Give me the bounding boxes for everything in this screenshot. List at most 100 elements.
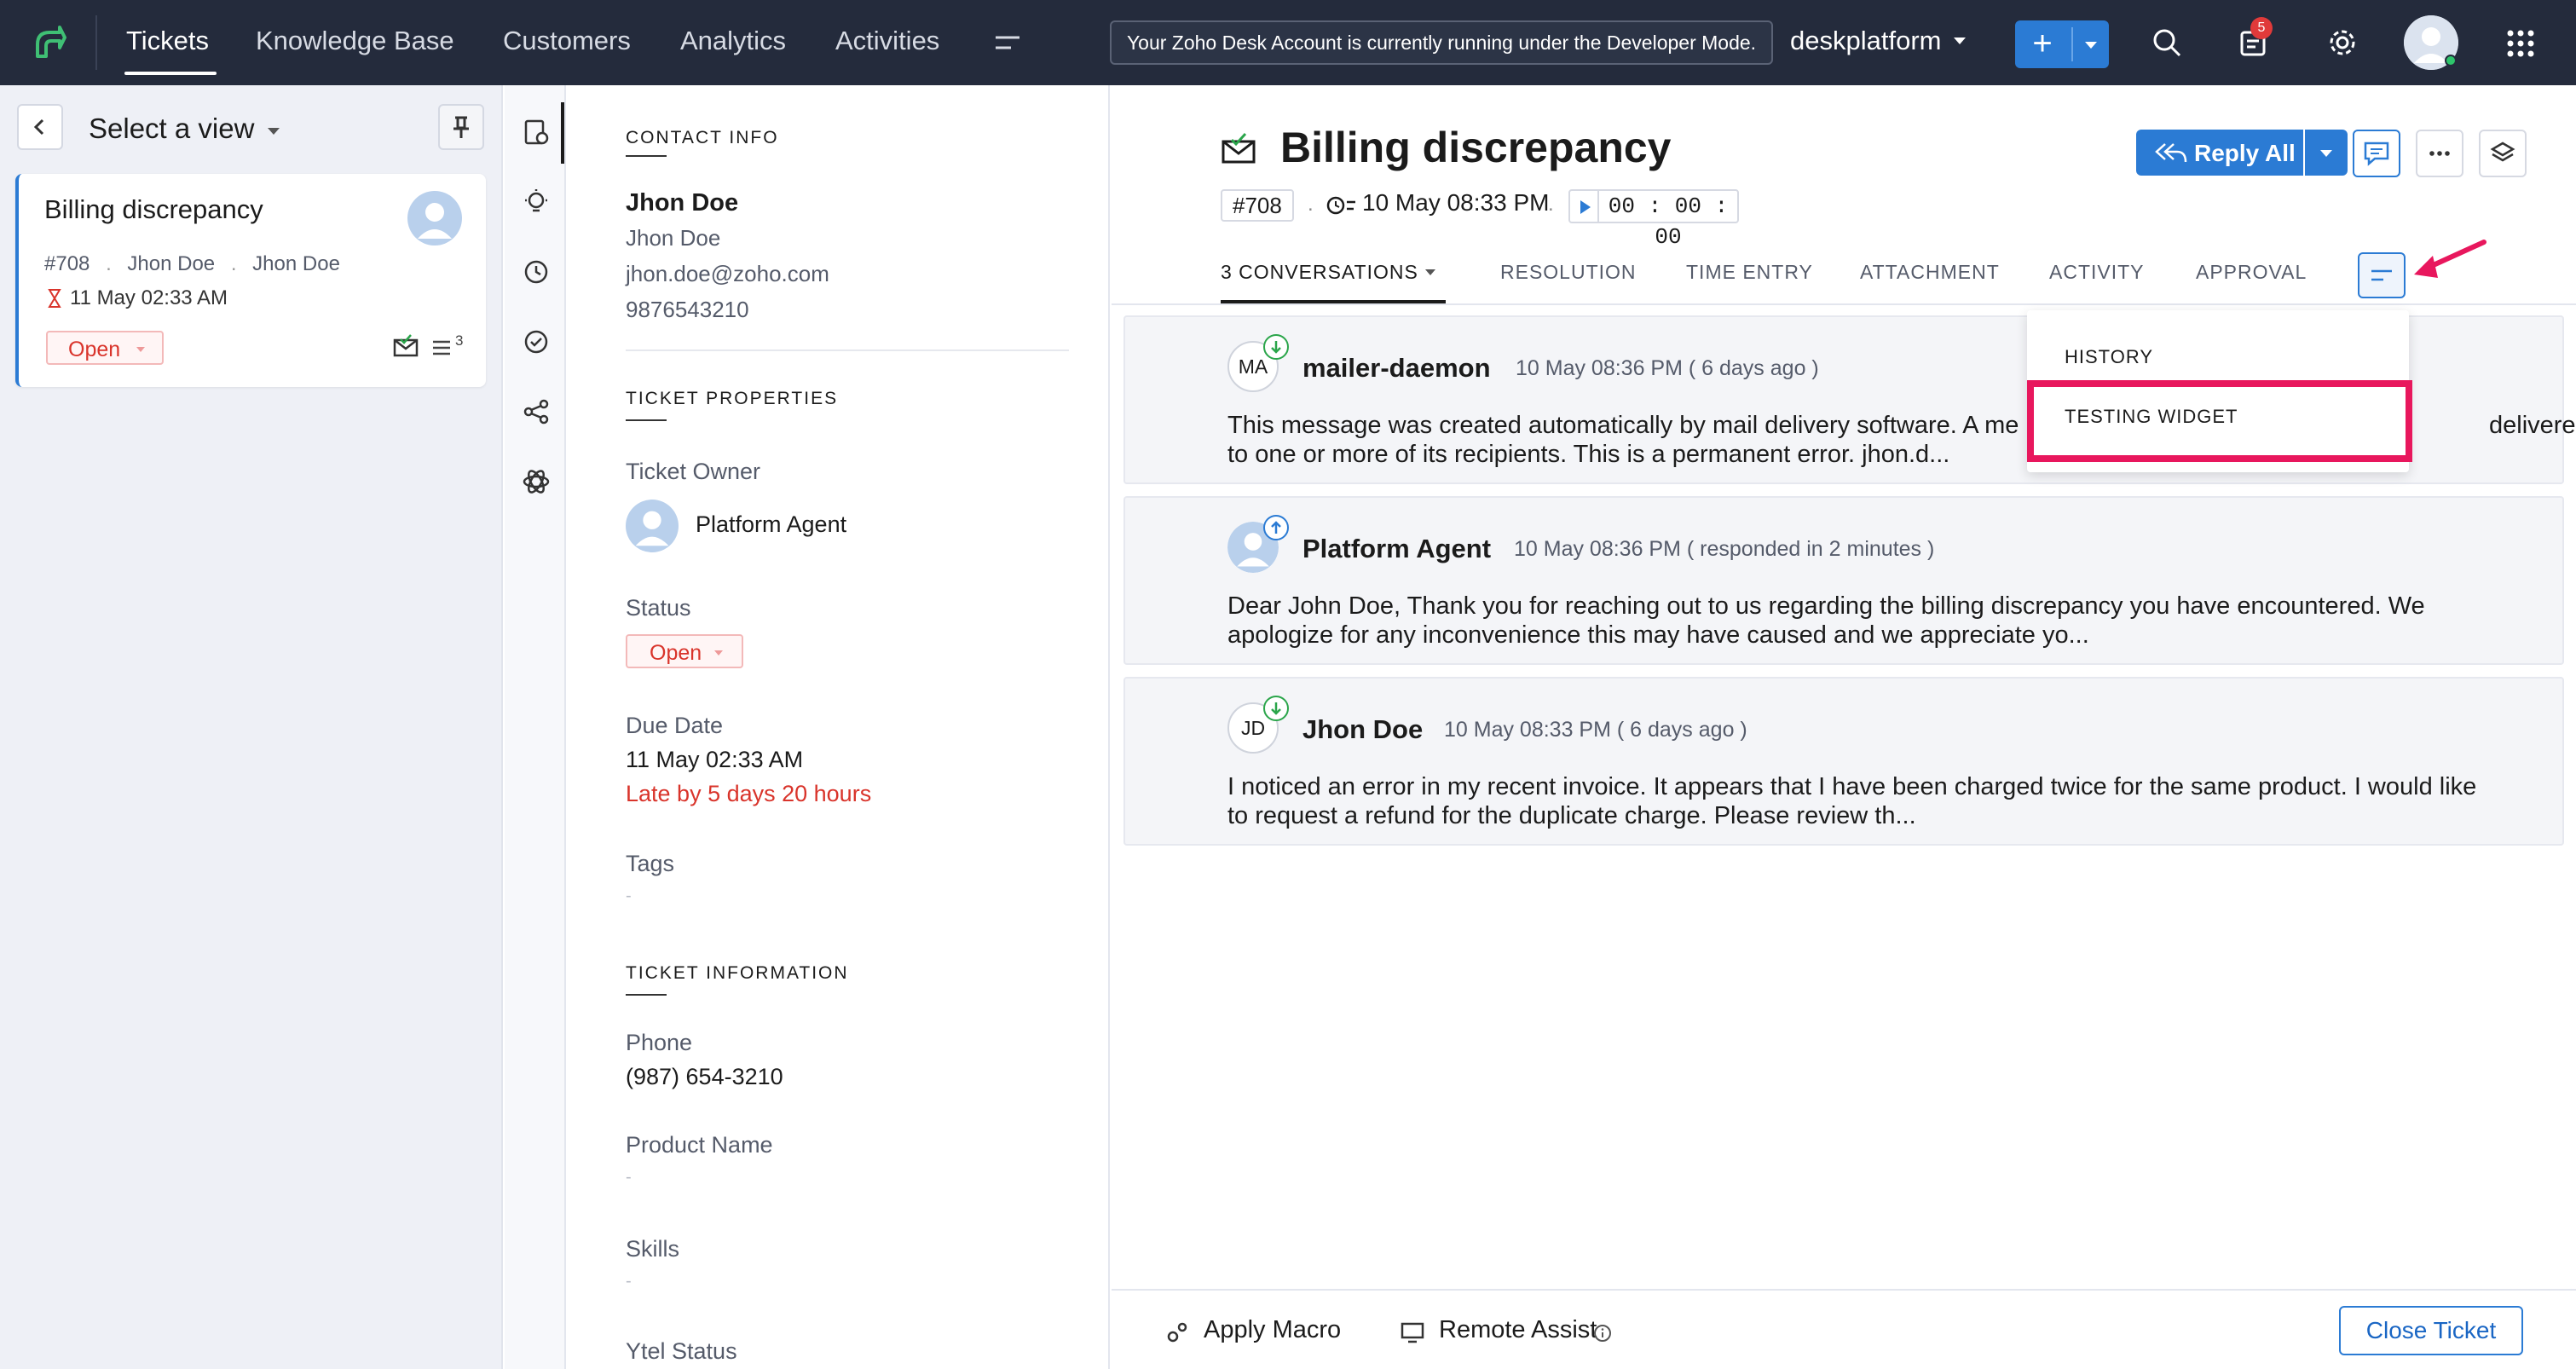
apply-macro-icon[interactable] — [1164, 1320, 1190, 1345]
conversation-item[interactable]: JD Jhon Doe 10 May 08:33 PM ( 6 days ago… — [1123, 677, 2564, 846]
tab-activity[interactable]: ACTIVITY — [2049, 261, 2145, 284]
sender-name[interactable]: Platform Agent — [1302, 534, 1491, 564]
search-icon[interactable] — [2150, 26, 2184, 60]
play-timer-button[interactable] — [1568, 189, 1599, 223]
chevron-down-icon[interactable] — [268, 128, 280, 135]
tab-attachment[interactable]: ATTACHMENT — [1860, 261, 2000, 284]
incoming-arrow-icon — [1263, 696, 1289, 721]
tab-resolution[interactable]: RESOLUTION — [1500, 261, 1637, 284]
pin-button[interactable] — [438, 104, 484, 150]
apps-grid-icon[interactable] — [2506, 29, 2535, 58]
quick-add-button[interactable]: + — [2015, 20, 2109, 68]
contact-name[interactable]: Jhon Doe — [626, 189, 738, 217]
incoming-arrow-icon — [1263, 334, 1289, 360]
chevron-down-icon — [714, 650, 723, 656]
status-dropdown[interactable]: Open — [626, 634, 743, 668]
atom-extension-icon[interactable] — [522, 467, 551, 496]
conversation-count: 3 — [455, 332, 464, 349]
chevron-left-icon — [33, 118, 44, 136]
preview-line: I noticed an error in my recent invoice.… — [1227, 773, 2477, 800]
more-tabs-icon — [2371, 269, 2392, 281]
layers-icon — [2490, 142, 2515, 162]
ticket-properties-heading: TICKET PROPERTIES — [626, 389, 839, 408]
layers-button[interactable] — [2479, 130, 2527, 177]
phone-value[interactable]: (987) 654-3210 — [626, 1064, 783, 1090]
reply-all-label: Reply All — [2194, 140, 2296, 166]
tags-value[interactable]: - — [626, 887, 632, 906]
nav-active-indicator — [124, 72, 217, 75]
comment-icon — [2364, 142, 2389, 166]
reply-all-button[interactable]: Reply All — [2136, 130, 2303, 176]
time-tracker: 00 : 00 : 00 — [1568, 189, 2013, 250]
ticket-card-status-dropdown[interactable]: Open — [46, 331, 164, 365]
back-button[interactable] — [17, 104, 63, 150]
remote-assist-button[interactable]: Remote Assist — [1439, 1316, 1597, 1344]
contact-email[interactable]: jhon.doe@zoho.com — [626, 261, 829, 287]
outgoing-arrow-icon — [1263, 515, 1289, 540]
lightbulb-icon[interactable] — [522, 188, 551, 217]
ticket-owner-value[interactable]: Platform Agent — [696, 511, 846, 538]
nav-tab-tickets[interactable]: Tickets — [126, 26, 209, 56]
due-date-value[interactable]: 11 May 02:33 AM — [626, 747, 803, 773]
nav-tab-knowledge-base[interactable]: Knowledge Base — [256, 26, 454, 56]
ticket-properties-icon[interactable] — [522, 118, 551, 147]
monitor-icon[interactable] — [1400, 1320, 1425, 1345]
ticket-card-id: #708 — [44, 252, 90, 275]
contact-phone[interactable]: 9876543210 — [626, 297, 749, 323]
email-channel-icon — [1221, 131, 1256, 167]
chevron-down-icon — [2320, 150, 2332, 157]
ticket-card-account[interactable]: Jhon Doe — [252, 252, 340, 275]
ytel-status-label: Ytel Status — [626, 1338, 737, 1364]
status-label: Status — [626, 595, 691, 621]
split-divider — [2071, 27, 2073, 61]
chevron-down-icon[interactable] — [1425, 269, 1435, 275]
close-ticket-button[interactable]: Close Ticket — [2339, 1306, 2523, 1355]
more-actions-button[interactable] — [2416, 130, 2463, 177]
contact-info-heading: CONTACT INFO — [626, 128, 779, 147]
sender-name[interactable]: mailer-daemon — [1302, 353, 1491, 384]
ticket-card-meta: #708 . Jhon Doe . Jhon Doe — [44, 252, 340, 276]
nav-tab-activities[interactable]: Activities — [835, 26, 939, 56]
separator-dot: . — [1548, 193, 1554, 216]
menu-item-history[interactable]: HISTORY — [2065, 346, 2153, 368]
heading-underline — [626, 994, 667, 996]
contact-account[interactable]: Jhon Doe — [626, 225, 720, 251]
conversation-count-icon — [431, 338, 457, 358]
ticket-card-title[interactable]: Billing discrepancy — [44, 194, 263, 225]
settings-gear-icon[interactable] — [2325, 26, 2359, 60]
nav-more-tabs-icon[interactable] — [994, 32, 1021, 53]
ticket-card-contact[interactable]: Jhon Doe — [127, 252, 215, 275]
annotation-highlight-box — [2027, 380, 2412, 462]
view-selector[interactable]: Select a view — [89, 113, 254, 145]
history-icon[interactable] — [522, 257, 551, 286]
annotation-arrow-icon — [2407, 235, 2489, 290]
chevron-down-icon[interactable] — [2085, 42, 2097, 49]
chevron-down-icon[interactable] — [1954, 38, 1966, 44]
tab-approval[interactable]: APPROVAL — [2196, 261, 2307, 284]
tabs-divider — [1112, 303, 2576, 305]
reply-options-dropdown[interactable] — [2305, 130, 2348, 176]
product-name-value[interactable]: - — [626, 1168, 632, 1187]
tab-time-entry[interactable]: TIME ENTRY — [1686, 261, 1813, 284]
conversation-item[interactable]: Platform Agent 10 May 08:36 PM ( respond… — [1123, 496, 2564, 665]
properties-icon-rail — [505, 85, 566, 1369]
skills-value[interactable]: - — [626, 1272, 632, 1291]
check-circle-icon[interactable] — [522, 327, 551, 356]
logo-divider — [95, 15, 97, 70]
zoho-desk-logo-icon[interactable] — [26, 19, 73, 66]
nav-tab-customers[interactable]: Customers — [503, 26, 631, 56]
phone-label: Phone — [626, 1030, 693, 1055]
tab-conversations[interactable]: 3 CONVERSATIONS — [1221, 261, 1418, 284]
ticket-card[interactable]: Billing discrepancy #708 . Jhon Doe . Jh… — [15, 174, 486, 387]
apply-macro-button[interactable]: Apply Macro — [1204, 1316, 1341, 1344]
ticket-title[interactable]: Billing discrepancy — [1280, 123, 1671, 172]
sender-name[interactable]: Jhon Doe — [1302, 714, 1423, 745]
portal-switcher[interactable]: deskplatform — [1790, 26, 1941, 56]
nav-tab-analytics[interactable]: Analytics — [680, 26, 786, 56]
share-icon[interactable] — [522, 397, 551, 426]
email-channel-icon — [392, 332, 419, 360]
comment-button[interactable] — [2353, 130, 2400, 177]
info-icon[interactable] — [1592, 1323, 1613, 1343]
more-tabs-button[interactable] — [2358, 252, 2406, 298]
plus-icon[interactable]: + — [2015, 20, 2070, 68]
